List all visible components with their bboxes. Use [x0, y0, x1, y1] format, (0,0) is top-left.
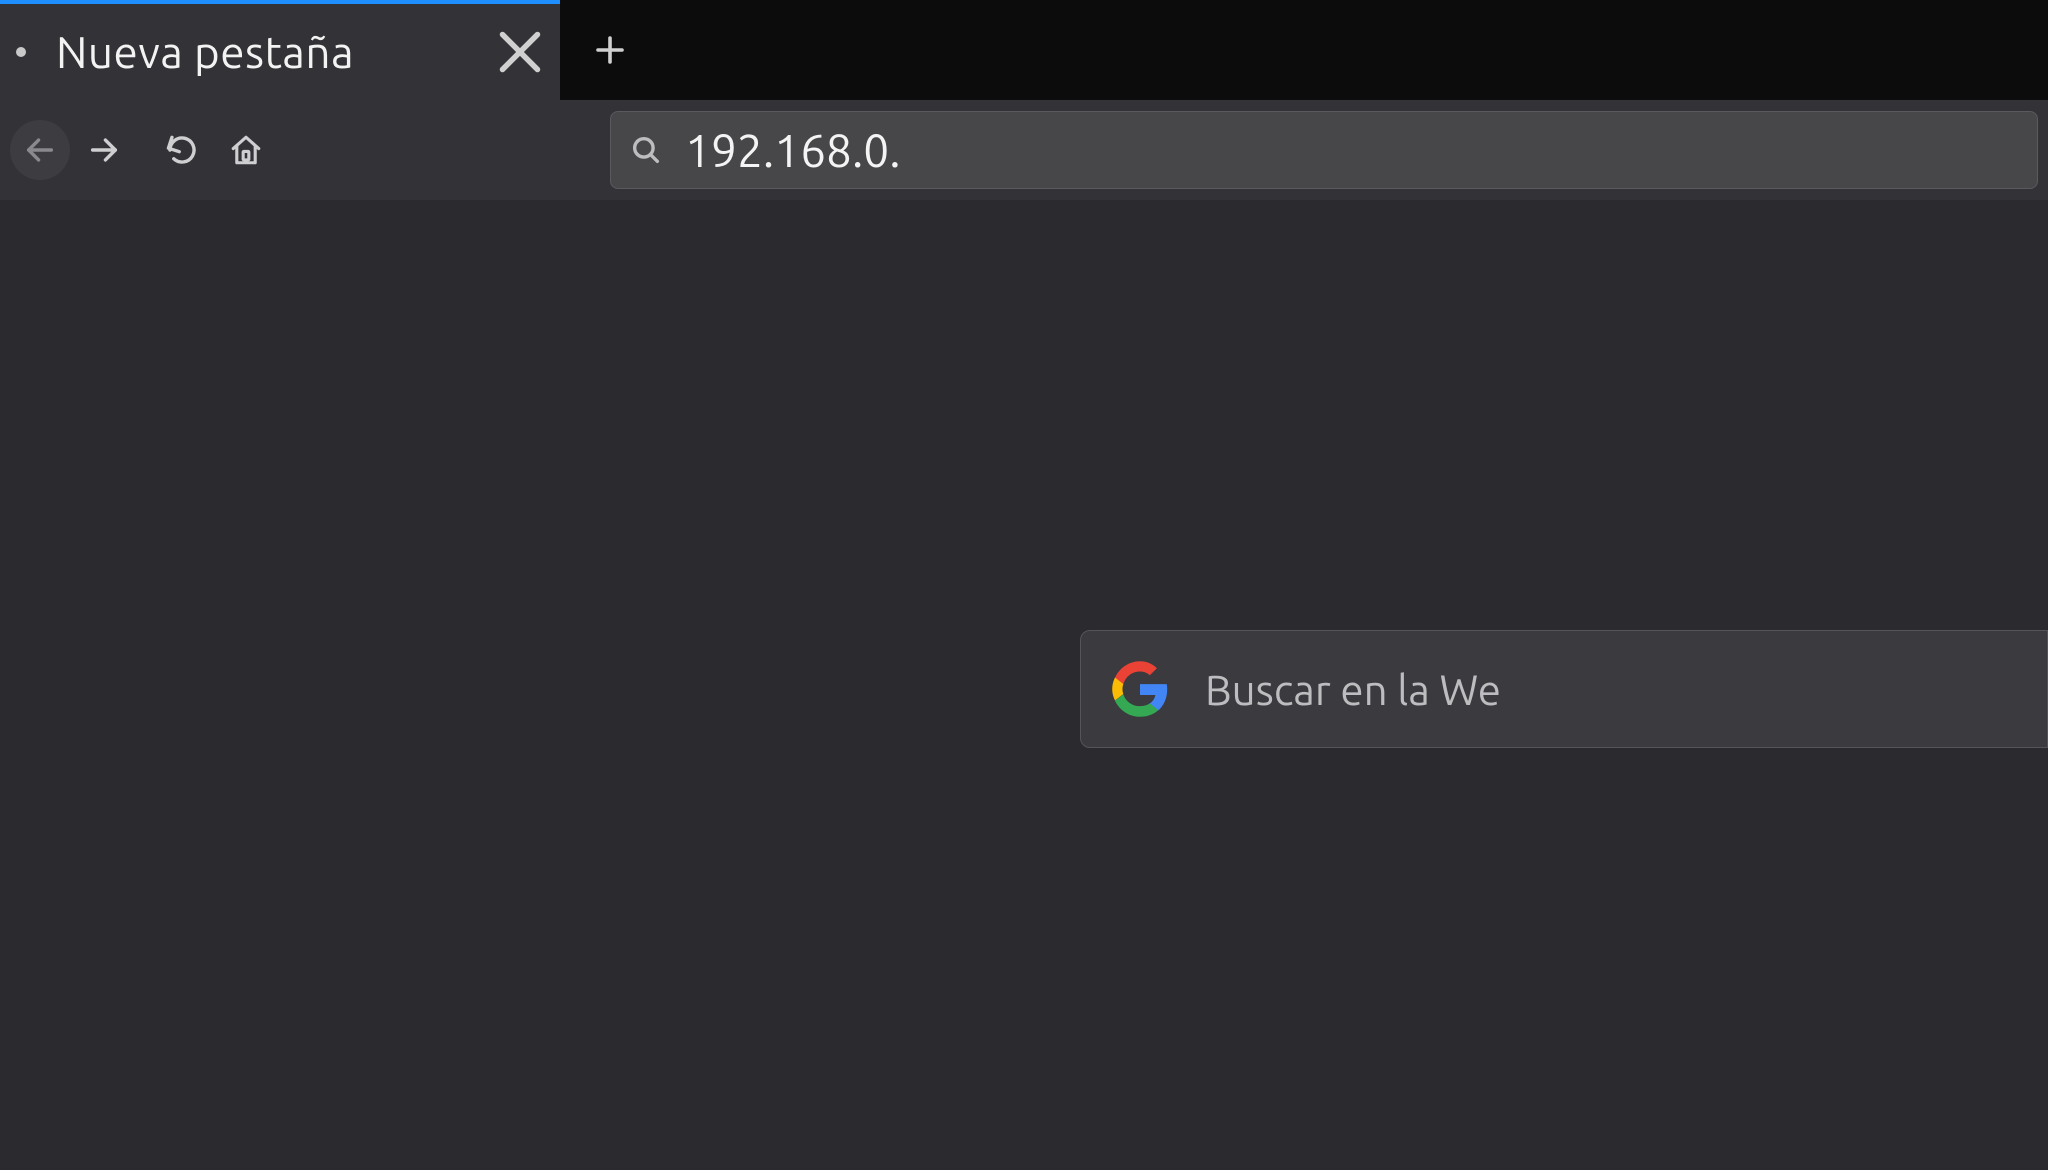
back-button[interactable]	[10, 120, 70, 180]
tab-close-button[interactable]	[490, 22, 550, 82]
page-search-placeholder: Buscar en la We	[1205, 666, 1501, 713]
google-logo-icon	[1111, 660, 1169, 718]
forward-button[interactable]	[74, 120, 134, 180]
tab-active[interactable]: Nueva pestaña	[0, 0, 560, 100]
close-icon	[490, 22, 550, 82]
reload-button[interactable]	[152, 120, 212, 180]
reload-icon	[165, 133, 199, 167]
search-icon	[629, 133, 663, 167]
arrow-left-icon	[23, 133, 57, 167]
page-search-box[interactable]: Buscar en la We	[1080, 630, 2048, 748]
home-icon	[229, 133, 263, 167]
arrow-right-icon	[87, 133, 121, 167]
url-bar[interactable]	[610, 111, 2038, 189]
page-content: Buscar en la We	[0, 200, 2048, 1170]
tab-loading-indicator-icon	[16, 47, 26, 57]
plus-icon	[592, 32, 628, 68]
tab-strip: Nueva pestaña	[0, 0, 2048, 100]
home-button[interactable]	[216, 120, 276, 180]
navigation-toolbar	[0, 100, 2048, 200]
new-tab-button[interactable]	[560, 0, 660, 100]
url-input[interactable]	[685, 124, 2019, 176]
tab-title: Nueva pestaña	[56, 28, 490, 77]
